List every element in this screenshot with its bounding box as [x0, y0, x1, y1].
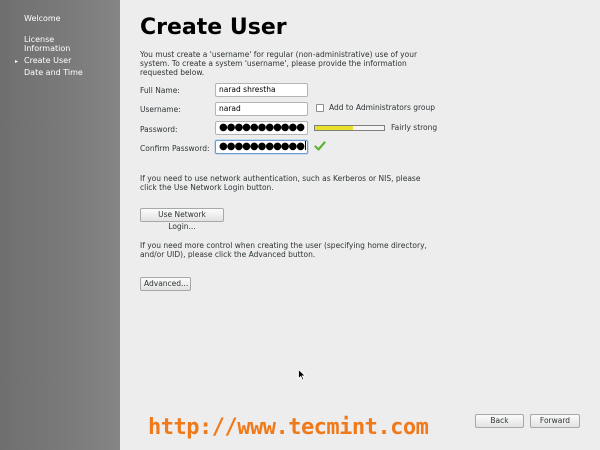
admin-group-label: Add to Administrators group [329, 103, 436, 112]
full-name-label: Full Name: [140, 86, 180, 95]
full-name-field[interactable]: narad shrestha [215, 83, 308, 97]
password-strength-fill [315, 126, 353, 130]
back-button[interactable]: Back [475, 414, 524, 428]
forward-button[interactable]: Forward [530, 414, 580, 428]
full-name-value: narad shrestha [219, 85, 276, 94]
password-strength-label: Fairly strong [391, 123, 438, 132]
advanced-text: If you need more control when creating t… [140, 241, 427, 259]
sidebar-item-license-information[interactable]: License Information [0, 26, 120, 53]
watermark-text: http://www.tecmint.com [148, 415, 429, 440]
confirm-password-masked-value: ●●●●●●●●●●● [219, 141, 305, 152]
username-value: narad [219, 104, 241, 113]
current-step-arrow-icon: ▸ [15, 58, 19, 65]
network-login-text: If you need to use network authenticatio… [140, 174, 421, 192]
sidebar-item-label: License Information [24, 35, 71, 53]
advanced-button[interactable]: Advanced... [140, 277, 191, 291]
page-title: Create User [140, 15, 287, 40]
sidebar-item-label: Welcome [24, 14, 61, 23]
username-label: Username: [140, 105, 181, 114]
use-network-login-button[interactable]: Use Network Login... [140, 208, 224, 231]
sidebar-item-label: Create User [24, 56, 72, 65]
sidebar-item-label: Date and Time [24, 68, 83, 77]
admin-group-checkbox[interactable] [316, 104, 324, 112]
confirm-password-label: Confirm Password: [140, 144, 210, 153]
checkmark-icon [314, 141, 326, 151]
password-label: Password: [140, 125, 178, 134]
text-cursor [304, 141, 306, 150]
password-strength-bar [314, 125, 385, 131]
main-panel: Create User You must create a 'username'… [120, 0, 600, 450]
confirm-password-field[interactable]: ●●●●●●●●●●● [215, 140, 308, 154]
intro-text: You must create a 'username' for regular… [140, 50, 418, 77]
sidebar-item-create-user[interactable]: ▸ Create User [0, 56, 120, 65]
password-masked-value: ●●●●●●●●●●● [219, 122, 305, 133]
sidebar-item-date-and-time[interactable]: Date and Time [0, 68, 120, 77]
sidebar-item-welcome[interactable]: Welcome [0, 14, 120, 23]
sidebar: Welcome License Information ▸ Create Use… [0, 0, 120, 450]
mouse-pointer-icon [298, 369, 306, 381]
password-field[interactable]: ●●●●●●●●●●● [215, 121, 308, 135]
username-field[interactable]: narad [215, 102, 308, 116]
